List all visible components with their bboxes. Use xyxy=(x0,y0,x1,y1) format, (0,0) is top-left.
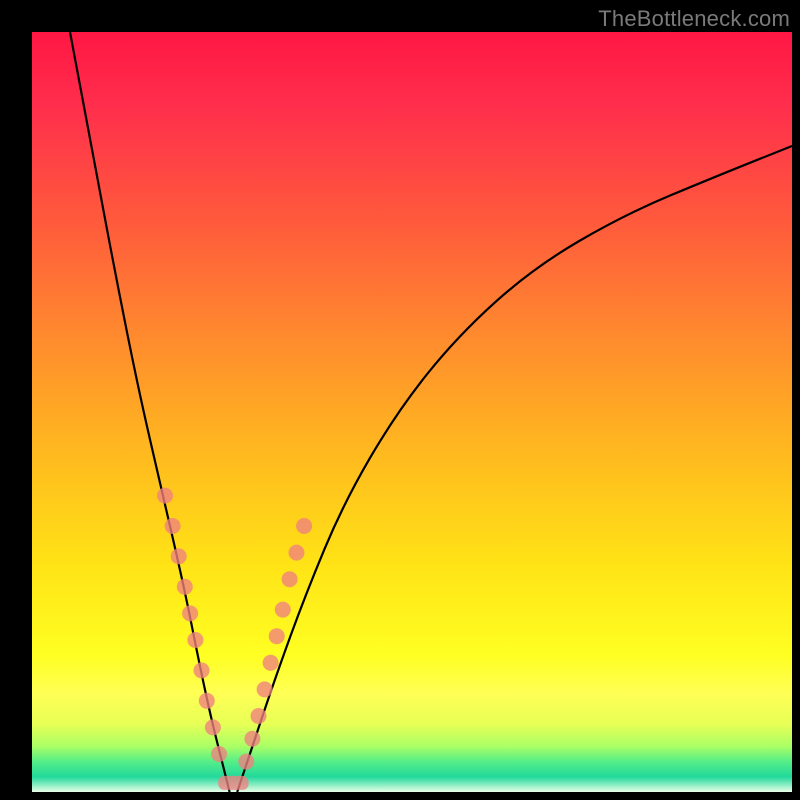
marker-dot xyxy=(244,731,260,747)
marker-dot xyxy=(251,708,267,724)
marker-dot xyxy=(275,602,291,618)
marker-dot xyxy=(165,518,181,534)
curve-layer xyxy=(32,32,792,792)
marker-dot xyxy=(238,754,254,770)
marker-dot xyxy=(187,632,203,648)
marker-dot xyxy=(211,746,227,762)
marker-dot xyxy=(157,488,173,504)
marker-dot xyxy=(194,662,210,678)
curve-left-branch xyxy=(70,32,230,792)
marker-dot xyxy=(263,655,279,671)
marker-dot xyxy=(296,518,312,534)
marker-dots-right xyxy=(238,518,312,770)
marker-dot xyxy=(177,579,193,595)
marker-bottom-bar xyxy=(218,776,248,790)
curve-right-branch xyxy=(237,146,792,792)
marker-dot xyxy=(182,605,198,621)
watermark-text: TheBottleneck.com xyxy=(598,6,790,32)
marker-dot xyxy=(269,628,285,644)
marker-dot xyxy=(257,681,273,697)
plot-area xyxy=(32,32,792,792)
marker-dot xyxy=(289,545,305,561)
marker-dot xyxy=(205,719,221,735)
marker-dot xyxy=(171,548,187,564)
chart-frame: TheBottleneck.com xyxy=(0,0,800,800)
marker-dot xyxy=(199,693,215,709)
marker-dot xyxy=(282,571,298,587)
